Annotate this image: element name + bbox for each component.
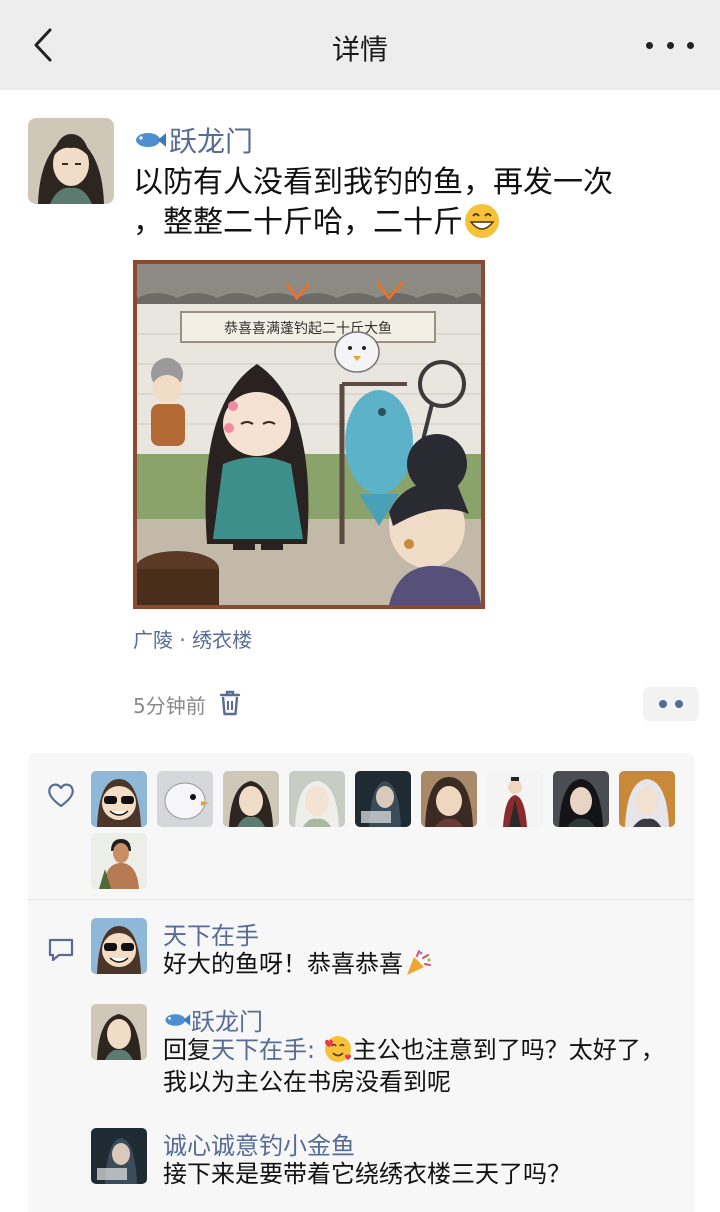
smiling-hearts-emoji-icon [324, 1036, 351, 1062]
post-content: 以防有人没看到我钓的鱼，再发一次 ，整整二十斤哈，二十斤 [133, 164, 693, 242]
bare-chest-man-avatar[interactable] [91, 833, 147, 889]
dot-icon [687, 41, 694, 49]
commenter-avatar[interactable] [91, 1004, 147, 1060]
dark-scene-avatar[interactable] [355, 771, 411, 827]
dot-icon [675, 700, 683, 708]
post-text-line-2: ，整整二十斤哈，二十斤 [133, 202, 693, 242]
robed-figure-avatar[interactable] [487, 771, 543, 827]
party-popper-emoji-icon [407, 950, 431, 975]
post-image[interactable]: 恭喜喜满蓬钓起二十斤大鱼 [133, 260, 485, 609]
commenter-avatar[interactable] [91, 918, 147, 974]
navbar: 详情 [0, 0, 720, 90]
dot-icon [646, 41, 653, 49]
dot-icon [666, 41, 674, 49]
reply-target-name[interactable]: 天下在手: [211, 1036, 315, 1064]
comment-item[interactable]: 跃龙门 回复天下在手: 主公也注意到了吗？太好了，我以为主公在书房没看到呢 [91, 1004, 681, 1112]
fish-emoji-icon [136, 133, 166, 147]
fish-emoji-icon [165, 1013, 191, 1026]
post-text-line-1: 以防有人没看到我钓的鱼，再发一次 [133, 165, 613, 200]
delete-button[interactable] [218, 689, 242, 717]
black-hair-avatar[interactable] [553, 771, 609, 827]
brown-hair-avatar[interactable] [421, 771, 477, 827]
commenter-name[interactable]: 跃龙门 [163, 1002, 263, 1037]
post-time: 5分钟前 [133, 694, 206, 718]
comment-item[interactable]: 诚心诚意钓小金鱼 接下来是要带着它绕绣衣楼三天了吗？ [91, 1128, 681, 1198]
page-title: 详情 [331, 33, 388, 66]
commenter-avatar[interactable] [91, 1128, 147, 1184]
silver-hair-avatar[interactable] [619, 771, 675, 827]
author-name-text: 跃龙门 [169, 125, 254, 158]
like-comment-menu-button[interactable] [643, 687, 699, 721]
comment-item[interactable]: 天下在手 好大的鱼呀！恭喜恭喜 [91, 918, 681, 988]
heart-icon [48, 783, 74, 808]
long-hair-man-avatar[interactable] [223, 771, 279, 827]
post-location[interactable]: 广陵 · 绣衣楼 [133, 624, 252, 653]
comment-text: 好大的鱼呀！恭喜恭喜 [163, 948, 678, 980]
post-author-avatar[interactable] [28, 118, 114, 204]
white-bird-avatar[interactable] [157, 771, 213, 827]
dot-icon [659, 700, 667, 708]
white-hair-avatar[interactable] [289, 771, 345, 827]
comments-panel: 天下在手 好大的鱼呀！恭喜恭喜 跃龙门 回复天下在手: 主公也注意到了吗？太好了… [28, 900, 694, 1212]
comment-text: 回复天下在手: 主公也注意到了吗？太好了，我以为主公在书房没看到呢 [163, 1036, 665, 1096]
smile-sunglasses-avatar[interactable] [91, 771, 147, 827]
commenter-name[interactable]: 诚心诚意钓小金鱼 [163, 1126, 355, 1161]
more-options-button[interactable] [646, 30, 694, 60]
commenter-name[interactable]: 天下在手 [163, 916, 259, 951]
trash-icon [219, 690, 241, 716]
likes-panel [28, 753, 694, 899]
comment-icon [48, 938, 74, 962]
grin-emoji-icon [465, 204, 499, 238]
post-author-name[interactable]: 跃龙门 [133, 120, 253, 160]
comment-text: 接下来是要带着它绕绣衣楼三天了吗？ [163, 1160, 571, 1188]
